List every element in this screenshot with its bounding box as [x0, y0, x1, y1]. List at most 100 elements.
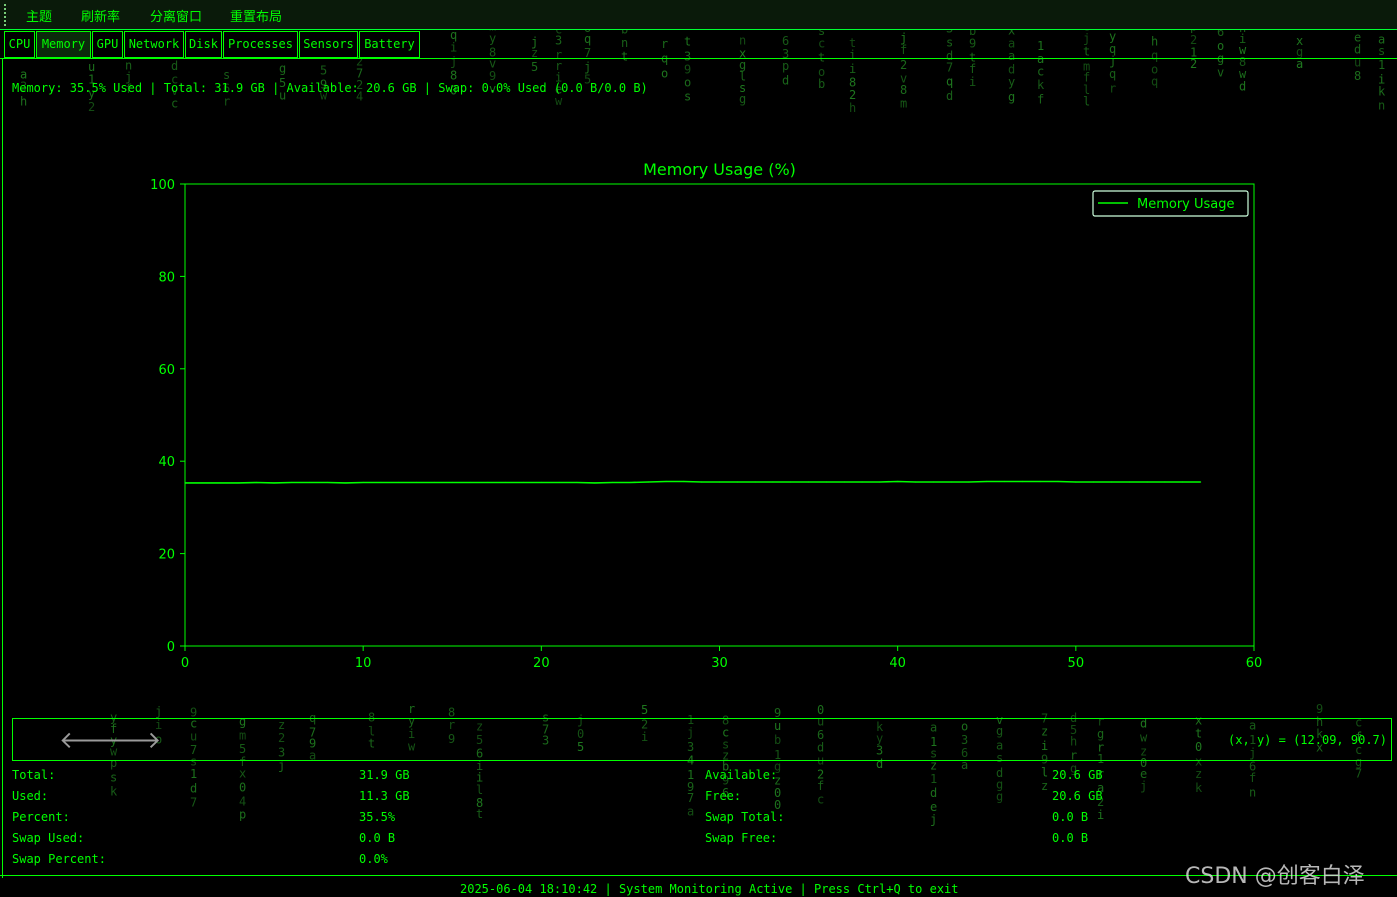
rain-glyph: n [739, 33, 746, 47]
rain-glyph: 1 [930, 772, 937, 786]
rain-glyph: f [1037, 93, 1044, 107]
rain-glyph: w [555, 94, 563, 108]
stat-total-label: Total: [12, 768, 56, 782]
memory-summary: Memory: 35.5% Used | Total: 31.9 GB | Av… [12, 81, 648, 95]
data-point [220, 482, 222, 484]
x-tick-label: 0 [181, 656, 189, 671]
tab-disk[interactable]: Disk [185, 31, 222, 58]
stat-available-value: 20.6 GB [1052, 768, 1103, 782]
menu-theme[interactable]: 主题 [26, 6, 52, 25]
data-point [576, 481, 578, 484]
rain-glyph: i [1378, 73, 1385, 87]
data-point [255, 481, 257, 484]
x-tick-label: 50 [1068, 656, 1085, 671]
rain-glyph: e [930, 800, 937, 814]
rain-glyph: x [239, 767, 246, 781]
data-point [237, 482, 240, 484]
rain-glyph: j [155, 705, 162, 719]
rain-glyph: q [1109, 67, 1116, 81]
rain-glyph: n [1378, 99, 1385, 113]
rain-glyph: i [450, 41, 457, 55]
tab-battery[interactable]: Battery [359, 31, 420, 58]
tab-cpu[interactable]: CPU [4, 31, 35, 58]
rain-glyph: g [1008, 90, 1015, 104]
rain-glyph: l [476, 783, 483, 797]
rain-glyph: k [1037, 78, 1045, 92]
rain-glyph: m [1083, 59, 1090, 73]
stat-swap-percent-value: 0.0% [359, 852, 388, 866]
rain-glyph: e [1354, 30, 1361, 44]
rain-glyph: g [739, 58, 746, 72]
menu-grip-handle[interactable] [4, 4, 7, 26]
data-point [558, 481, 560, 484]
tab-sensors[interactable]: Sensors [299, 31, 358, 58]
menu-reset-layout[interactable]: 重置布局 [230, 6, 282, 25]
cursor-coordinates: (x, y) = (12.09, 90.7) [1228, 733, 1387, 747]
data-point [1128, 481, 1130, 483]
rain-glyph: 7 [1355, 767, 1362, 781]
rain-glyph: k [1378, 84, 1386, 98]
rain-glyph: q [1109, 42, 1116, 56]
rain-glyph: l [739, 70, 746, 84]
tab-network[interactable]: Network [124, 31, 184, 58]
rain-glyph: s [739, 81, 746, 95]
rain-glyph: 6 [1249, 759, 1256, 773]
data-point [451, 481, 453, 484]
rain-glyph: d [1239, 80, 1246, 94]
rain-glyph: q [1151, 49, 1158, 63]
rain-glyph: f [817, 779, 824, 793]
rain-glyph: l [1083, 83, 1090, 97]
rain-glyph: 5 [320, 63, 327, 77]
memory-usage-chart: Memory Usage (%) 0 10 20 30 40 50 60 0 20 40 60 80 10… [150, 160, 1262, 671]
rain-glyph: n [125, 58, 132, 72]
rain-glyph: a [1378, 32, 1385, 46]
rain-glyph: h [1151, 35, 1158, 49]
data-point [522, 481, 525, 484]
data-point [897, 480, 899, 483]
rain-glyph: g [1296, 45, 1303, 59]
rain-glyph: 5 [641, 703, 648, 717]
rain-glyph: d [946, 49, 953, 63]
rain-glyph: 8 [476, 796, 483, 810]
data-point [950, 481, 952, 483]
rain-glyph: f [900, 43, 907, 57]
rain-glyph: r [223, 95, 230, 109]
rain-glyph: t [849, 36, 856, 50]
rain-glyph: d [782, 73, 789, 87]
rain-glyph: g [996, 777, 1003, 791]
rain-glyph: i [1097, 808, 1104, 822]
legend-label: Memory Usage [1137, 197, 1235, 212]
y-tick-label: 100 [150, 178, 175, 193]
rain-glyph: q [584, 32, 591, 46]
rain-glyph: s [946, 35, 953, 49]
back-arrow-icon[interactable]: 🡐 [59, 726, 123, 754]
rain-glyph: z [1041, 779, 1048, 793]
rain-glyph: 7 [687, 791, 694, 805]
menu-refresh-rate[interactable]: 刷新率 [81, 6, 120, 25]
data-point [1039, 480, 1041, 483]
rain-glyph: x [1296, 34, 1303, 48]
rain-glyph: 0 [774, 786, 781, 800]
stat-free-label: Free: [705, 789, 742, 803]
tab-gpu[interactable]: GPU [92, 31, 123, 58]
rain-glyph: i [969, 75, 976, 89]
rain-glyph: 0 [817, 703, 824, 717]
rain-glyph: m [900, 97, 907, 111]
tab-memory[interactable]: Memory [36, 31, 91, 58]
data-point [612, 481, 614, 484]
rain-glyph: a [687, 804, 694, 818]
rain-glyph: r [555, 59, 562, 73]
tab-processes[interactable]: Processes [223, 31, 298, 58]
forward-arrow-icon[interactable]: 🡒 [97, 726, 161, 754]
menu-detach-window[interactable]: 分离窗口 [150, 6, 202, 25]
rain-glyph: o [1217, 39, 1224, 53]
rain-glyph: t [476, 807, 483, 821]
x-tick-label: 20 [533, 656, 550, 671]
rain-glyph: 8 [849, 76, 856, 90]
rain-glyph: q [1151, 75, 1158, 89]
rain-glyph: p [239, 807, 246, 821]
rain-glyph: i [849, 62, 856, 76]
rain-glyph: a [1037, 52, 1044, 66]
rain-glyph: c [171, 96, 178, 110]
rain-glyph: r [408, 702, 415, 716]
